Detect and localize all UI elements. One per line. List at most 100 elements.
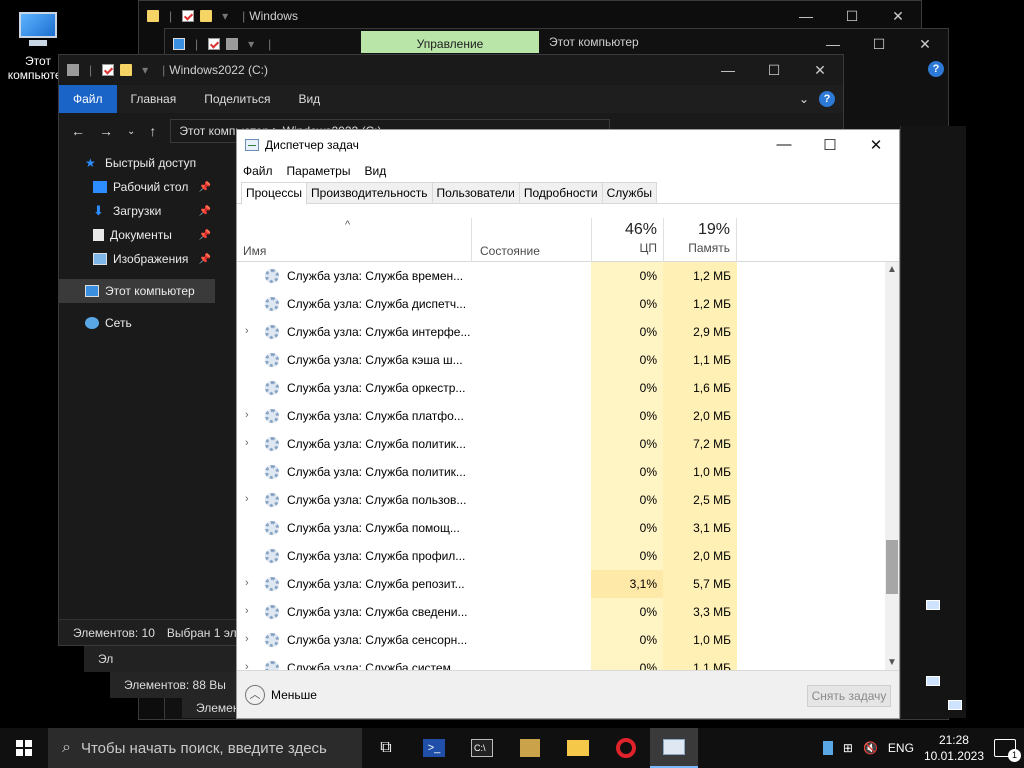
back-arrow-icon[interactable]: ← — [71, 123, 85, 139]
process-row[interactable]: Служба узла: Служба времен... 0% 1,2 МБ — [237, 262, 885, 290]
properties-icon[interactable] — [182, 10, 195, 22]
close-button[interactable]: ✕ — [875, 8, 921, 25]
nav-quick-access[interactable]: ★ Быстрый доступ — [59, 151, 215, 175]
pin-icon[interactable]: 📌 — [199, 182, 215, 193]
menu-options[interactable]: Параметры — [287, 164, 351, 178]
up-arrow-icon[interactable]: ↑ — [149, 123, 156, 139]
process-row[interactable]: Служба узла: Служба профил... 0% 2,0 МБ — [237, 542, 885, 570]
process-row[interactable]: › Служба узла: Служба сенсорн... 0% 1,0 МБ — [237, 626, 885, 654]
process-row[interactable]: Служба узла: Служба кэша ш... 0% 1,1 МБ — [237, 346, 885, 374]
properties-icon[interactable] — [208, 38, 221, 50]
process-row[interactable]: › Служба узла: Служба платфо... 0% 2,0 МБ — [237, 402, 885, 430]
opera-app[interactable] — [602, 728, 650, 768]
minimize-button[interactable]: — — [705, 62, 751, 79]
expand-chevron-icon[interactable]: › — [245, 437, 249, 449]
maximize-button[interactable]: ☐ — [807, 136, 853, 154]
close-button[interactable]: ✕ — [797, 62, 843, 79]
file-explorer-app[interactable] — [554, 728, 602, 768]
start-button[interactable] — [0, 728, 48, 768]
menu-view[interactable]: Вид — [364, 164, 386, 178]
fewer-details-link[interactable]: Меньше — [271, 688, 317, 702]
tab-file[interactable]: Файл — [59, 85, 117, 113]
scroll-down-icon[interactable]: ▼ — [887, 657, 897, 668]
clock[interactable]: 21:28 10.01.2023 — [924, 732, 984, 764]
process-row[interactable]: Служба узла: Служба диспетч... 0% 1,2 МБ — [237, 290, 885, 318]
tab-performance[interactable]: Производительность — [306, 182, 433, 203]
scroll-up-icon[interactable]: ▲ — [887, 264, 897, 275]
nav-pictures[interactable]: Изображения 📌 — [59, 247, 215, 271]
column-state[interactable]: Состояние — [471, 218, 591, 262]
process-row[interactable]: Служба узла: Служба оркестр... 0% 1,6 МБ — [237, 374, 885, 402]
close-button[interactable]: ✕ — [902, 36, 948, 53]
properties-icon[interactable] — [102, 64, 115, 76]
nav-documents[interactable]: Документы 📌 — [59, 223, 215, 247]
tab-manage[interactable]: Управление — [361, 31, 539, 53]
process-row[interactable]: Служба узла: Служба помощ... 0% 3,1 МБ — [237, 514, 885, 542]
tab-processes[interactable]: Процессы — [241, 182, 308, 205]
tab-users[interactable]: Пользователи — [431, 182, 520, 203]
menu-file[interactable]: Файл — [243, 164, 273, 178]
minimize-button[interactable]: — — [783, 8, 829, 25]
help-icon[interactable]: ? — [819, 91, 835, 107]
pin-icon[interactable]: 📌 — [199, 254, 215, 265]
pin-icon[interactable]: 📌 — [199, 206, 215, 217]
process-row[interactable]: › Служба узла: Служба пользов... 0% 2,5 МБ — [237, 486, 885, 514]
tab-services[interactable]: Службы — [601, 182, 658, 203]
expand-chevron-icon[interactable]: › — [245, 325, 249, 337]
process-row[interactable]: › Служба узла: Служба политик... 0% 7,2 МБ — [237, 430, 885, 458]
chevron-down-icon[interactable]: ⌄ — [127, 126, 135, 137]
volume-muted-icon[interactable]: 🔇 — [863, 741, 878, 755]
view-toggle-icon[interactable] — [926, 676, 940, 686]
server-manager-app[interactable] — [506, 728, 554, 768]
view-toggle-icon[interactable] — [948, 700, 962, 710]
pin-icon[interactable]: 📌 — [199, 230, 215, 241]
nav-this-pc[interactable]: Этот компьютер — [59, 279, 215, 303]
process-row[interactable]: Служба узла: Служба политик... 0% 1,0 МБ — [237, 458, 885, 486]
column-name[interactable]: Имя — [243, 244, 266, 258]
expand-chevron-icon[interactable]: › — [245, 633, 249, 645]
maximize-button[interactable]: ☐ — [856, 36, 902, 53]
nav-downloads[interactable]: ⬇ Загрузки 📌 — [59, 199, 215, 223]
notification-icon[interactable]: 1 — [994, 739, 1021, 762]
column-cpu[interactable]: 46% ЦП — [591, 218, 663, 262]
column-memory[interactable]: 19% Память — [663, 218, 737, 262]
expand-chevron-icon[interactable]: › — [245, 493, 249, 505]
language-indicator[interactable]: ENG — [888, 741, 914, 755]
vertical-scrollbar[interactable]: ▲ ▼ — [885, 262, 899, 670]
help-icon[interactable]: ? — [928, 61, 944, 77]
drive-icon[interactable] — [226, 38, 239, 50]
maximize-button[interactable]: ☐ — [751, 62, 797, 79]
maximize-button[interactable]: ☐ — [829, 8, 875, 25]
task-view-button[interactable]: ⧉ — [362, 728, 410, 768]
minimize-button[interactable]: — — [810, 36, 856, 53]
new-folder-icon[interactable] — [200, 10, 213, 22]
task-manager-app[interactable] — [650, 728, 698, 768]
network-icon[interactable]: ⊞ — [843, 741, 853, 755]
close-button[interactable]: ✕ — [853, 136, 899, 154]
new-folder-icon[interactable] — [120, 64, 133, 76]
process-row[interactable]: › Служба узла: Служба сведени... 0% 3,3 МБ — [237, 598, 885, 626]
taskbar-search[interactable]: ⌕ Чтобы начать поиск, введите здесь — [48, 728, 362, 768]
expand-chevron-icon[interactable]: › — [245, 409, 249, 421]
expand-chevron-icon[interactable]: › — [245, 577, 249, 589]
tablet-icon[interactable] — [822, 741, 833, 755]
view-toggle-icon[interactable] — [926, 600, 940, 610]
process-row[interactable]: › Служба узла: Служба интерфе... 0% 2,9 МБ — [237, 318, 885, 346]
expand-chevron-icon[interactable]: › — [245, 605, 249, 617]
minimize-button[interactable]: — — [761, 136, 807, 154]
tab-details[interactable]: Подробности — [518, 182, 603, 203]
process-row[interactable]: › Служба узла: Служба репозит... 3,1% 5,7 М… — [237, 570, 885, 598]
chevron-down-icon[interactable]: ⌄ — [799, 92, 809, 106]
scrollbar-thumb[interactable] — [886, 540, 898, 594]
tab-share[interactable]: Поделиться — [190, 92, 284, 106]
nav-network[interactable]: Сеть — [59, 311, 215, 335]
tab-view[interactable]: Вид — [284, 92, 334, 106]
forward-arrow-icon[interactable]: → — [99, 123, 113, 139]
powershell-app[interactable]: >_ — [410, 728, 458, 768]
nav-desktop[interactable]: Рабочий стол 📌 — [59, 175, 215, 199]
tab-home[interactable]: Главная — [117, 92, 191, 106]
chevron-up-icon[interactable]: ︿ — [245, 685, 265, 705]
process-row[interactable]: › Служба узла: Служба систем... 0% 1,1 МБ — [237, 654, 885, 670]
cmd-app[interactable]: C:\ — [458, 728, 506, 768]
expand-chevron-icon[interactable]: › — [245, 661, 249, 670]
